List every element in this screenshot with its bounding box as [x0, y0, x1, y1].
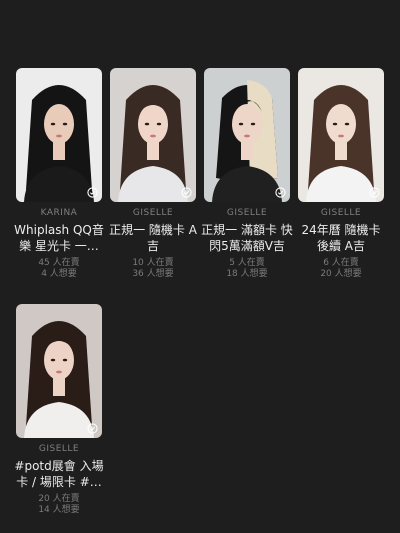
listing-card[interactable]: GISELLE 24年曆 隨機卡 後續 A吉 6 人在賣 20 人想要	[298, 68, 384, 280]
selling-count: 6 人在賣	[323, 258, 359, 268]
photocard-image	[110, 68, 196, 202]
listing-title: Whiplash QQ音樂 星光卡 一…	[14, 223, 104, 253]
selling-count: 45 人在賣	[38, 258, 80, 268]
listing-title: 24年曆 隨機卡 後續 A吉	[301, 223, 381, 253]
photocard-thumbnail[interactable]	[16, 68, 102, 202]
photocard-image	[16, 68, 102, 202]
check-circle-icon	[87, 423, 98, 434]
selling-count: 5 人在賣	[229, 258, 265, 268]
listing-title: 正規一 滿額卡 快閃5萬滿額V吉	[201, 223, 293, 253]
selling-count: 20 人在賣	[38, 494, 80, 504]
member-name: KARINA	[40, 208, 78, 218]
listing-card[interactable]: KARINA Whiplash QQ音樂 星光卡 一… 45 人在賣 4 人想要	[14, 68, 104, 280]
check-circle-icon	[275, 187, 286, 198]
wanting-count: 18 人想要	[226, 269, 268, 279]
photocard-image	[298, 68, 384, 202]
selling-count: 10 人在賣	[132, 258, 174, 268]
photocard-thumbnail[interactable]	[16, 304, 102, 438]
wanting-count: 36 人想要	[132, 269, 174, 279]
wanting-count: 14 人想要	[38, 505, 80, 515]
check-circle-icon	[181, 187, 192, 198]
listing-card[interactable]: GISELLE 正規一 隨機卡 A吉 10 人在賣 36 人想要	[109, 68, 197, 280]
check-circle-icon	[369, 187, 380, 198]
photocard-image	[204, 68, 290, 202]
member-name: GISELLE	[320, 208, 362, 218]
check-circle-icon	[87, 187, 98, 198]
member-name: GISELLE	[132, 208, 174, 218]
listing-title: 正規一 隨機卡 A吉	[109, 223, 197, 253]
listing-card[interactable]: GISELLE #potd展會 入場卡 / 場限卡 #… 20 人在賣 14 人想要	[14, 304, 104, 516]
photocard-thumbnail[interactable]	[110, 68, 196, 202]
photocard-image	[16, 304, 102, 438]
listing-card[interactable]: GISELLE 正規一 滿額卡 快閃5萬滿額V吉 5 人在賣 18 人想要	[201, 68, 293, 280]
wanting-count: 4 人想要	[41, 269, 77, 279]
member-name: GISELLE	[226, 208, 268, 218]
listing-grid: KARINA Whiplash QQ音樂 星光卡 一… 45 人在賣 4 人想要 GIS…	[14, 68, 384, 516]
listing-title: #potd展會 入場卡 / 場限卡 #…	[14, 459, 104, 489]
member-name: GISELLE	[38, 444, 80, 454]
photocard-thumbnail[interactable]	[204, 68, 290, 202]
wanting-count: 20 人想要	[320, 269, 362, 279]
photocard-thumbnail[interactable]	[298, 68, 384, 202]
